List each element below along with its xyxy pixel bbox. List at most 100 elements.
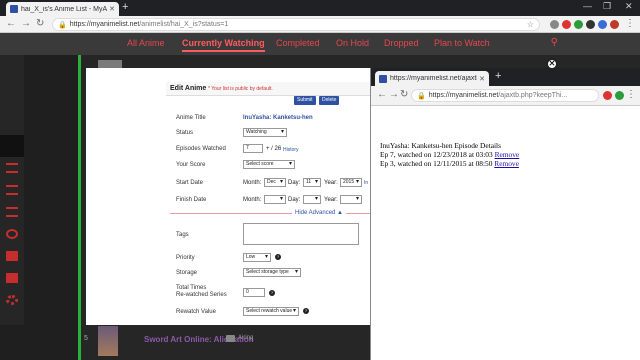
mal-favicon-icon — [10, 5, 18, 13]
label-score: Your Score — [176, 162, 206, 168]
list-status-nav: All Anime Currently Watching Completed O… — [0, 33, 640, 55]
grammarly-icon[interactable] — [615, 91, 624, 100]
anime-title-value: InuYasha: Kanketsu-hen — [243, 115, 313, 121]
list-icon[interactable] — [6, 185, 18, 195]
hide-advanced-toggle[interactable]: Hide Advanced ▲ — [292, 210, 346, 216]
history-link[interactable]: History — [283, 147, 299, 153]
new-tab-icon[interactable]: + — [122, 1, 128, 13]
anime-thumbnail[interactable] — [98, 326, 118, 356]
extension-icon[interactable] — [550, 20, 559, 29]
help-icon[interactable]: ? — [303, 308, 309, 314]
insert-today-link[interactable]: In — [364, 180, 368, 186]
popup-browser-tab[interactable]: https://myanimelist.net/ajaxtb.p ✕ — [375, 71, 489, 86]
status-select[interactable]: Watching — [243, 128, 287, 137]
start-day-select[interactable]: 11 — [303, 178, 321, 187]
opera-extension-icon[interactable] — [562, 20, 571, 29]
remove-link[interactable]: Remove — [494, 159, 519, 168]
gear-icon[interactable] — [6, 295, 18, 305]
url-path: /animelist/hai_X_is?status=1 — [139, 21, 229, 28]
maximize-icon[interactable]: ❐ — [603, 1, 611, 12]
reload-icon[interactable]: ↻ — [400, 89, 408, 100]
tags-textarea[interactable] — [243, 223, 359, 245]
list-item: Ep 3, watched on 12/11/2015 at 08:50 Rem… — [380, 159, 519, 168]
remove-link[interactable]: Remove — [495, 150, 520, 159]
sidebar-highlight — [0, 135, 24, 157]
finish-day-select[interactable] — [303, 195, 321, 204]
label-total-times: Total Times — [176, 285, 207, 291]
episodes-input[interactable]: 7 — [243, 144, 263, 153]
chrome-menu-icon[interactable]: ⋮ — [626, 89, 636, 100]
popup-toolbar: ← → ↻ 🔒 https://myanimelist.net/ajaxtb.p… — [371, 86, 640, 106]
tab-currently-watching[interactable]: Currently Watching — [182, 38, 265, 52]
tab-completed[interactable]: Completed — [276, 38, 320, 48]
minimize-icon[interactable]: — — [583, 1, 592, 11]
list-icon[interactable] — [6, 207, 18, 217]
url-text: https://myanimelist.net/animelist/hai_X_… — [70, 21, 229, 28]
close-tab-icon[interactable]: ✕ — [479, 75, 485, 83]
edit-title: Edit Anime — [170, 85, 207, 92]
episode-details-window: https://myanimelist.net/ajaxtb.p ✕ + ← →… — [370, 68, 640, 360]
address-bar[interactable]: 🔒 https://myanimelist.net/animelist/hai_… — [52, 18, 540, 31]
list-item: Ep 7, watched on 12/23/2018 at 03:03 Rem… — [380, 150, 519, 159]
finish-year-select[interactable] — [340, 195, 362, 204]
browser-tab[interactable]: hai_X_is's Anime List - MyAnim ✕ — [6, 2, 119, 16]
label-status: Status — [176, 130, 194, 136]
delete-button[interactable]: Delete — [319, 96, 340, 105]
grammarly-icon[interactable] — [574, 20, 583, 29]
profile-avatar[interactable] — [610, 20, 619, 29]
edit-icon[interactable] — [226, 335, 235, 342]
help-icon[interactable]: ? — [275, 254, 281, 260]
rewatch-value-select[interactable]: Select rewatch value — [243, 307, 299, 316]
tab-dropped[interactable]: Dropped — [384, 38, 419, 48]
airing-badge: Airing — [238, 335, 254, 341]
history-icon[interactable] — [6, 229, 18, 239]
extension-icon[interactable] — [598, 20, 607, 29]
start-month-select[interactable]: Dec — [264, 178, 286, 187]
forward-icon[interactable]: → — [21, 18, 31, 29]
search-icon[interactable]: ⚲ — [551, 37, 558, 48]
extension-icon[interactable] — [586, 20, 595, 29]
forward-icon[interactable]: → — [389, 89, 399, 100]
row-number: 5 — [84, 335, 88, 342]
public-note: * Your list is public by default. — [208, 86, 273, 92]
browser-toolbar: ← → ↻ 🔒 https://myanimelist.net/animelis… — [0, 16, 640, 33]
label-storage: Storage — [176, 270, 198, 276]
finish-month-select[interactable] — [264, 195, 286, 204]
storage-select[interactable]: Select storage type — [243, 268, 301, 277]
opera-extension-icon[interactable] — [603, 91, 612, 100]
bookmark-star-icon[interactable]: ☆ — [527, 20, 534, 29]
list-icon[interactable] — [6, 163, 18, 173]
tab-title: hai_X_is's Anime List - MyAnim — [21, 5, 108, 13]
edit-anime-dialog: Edit Anime * Your list is public by defa… — [86, 68, 372, 325]
label-start-date: Start Date — [176, 180, 204, 186]
close-tab-icon[interactable]: ✕ — [109, 5, 115, 13]
sidebar — [0, 55, 24, 325]
submit-button[interactable]: Submit — [294, 96, 316, 105]
episodes-total: + / 26 — [266, 146, 282, 152]
label-episodes: Episodes Watched — [176, 146, 226, 152]
close-window-icon[interactable]: ✕ — [625, 1, 633, 12]
chrome-menu-icon[interactable]: ⋮ — [625, 18, 635, 29]
back-icon[interactable]: ← — [377, 89, 387, 100]
tab-on-hold[interactable]: On Hold — [336, 38, 369, 48]
popup-address-bar[interactable]: 🔒 https://myanimelist.net/ajaxtb.php?kee… — [411, 89, 599, 102]
lock-icon: 🔒 — [58, 21, 67, 29]
score-select[interactable]: Select score — [243, 160, 295, 169]
back-icon[interactable]: ← — [6, 18, 16, 29]
reload-icon[interactable]: ↻ — [36, 18, 44, 29]
episode-details-heading: InuYasha: Kanketsu-hen Episode Details — [380, 141, 501, 150]
start-year-select[interactable]: 2015 — [340, 178, 362, 187]
help-icon[interactable]: ? — [269, 290, 275, 296]
new-tab-icon[interactable]: + — [495, 70, 501, 82]
label-tags: Tags — [176, 232, 189, 238]
anime-thumbnail[interactable] — [98, 60, 122, 68]
tab-plan-to-watch[interactable]: Plan to Watch — [434, 38, 490, 48]
tab-all-anime[interactable]: All Anime — [127, 38, 165, 48]
label-finish-date: Finish Date — [176, 197, 207, 203]
episode-line: Ep 7, watched on 12/23/2018 at 03:03 — [380, 150, 493, 159]
label-priority: Priority — [176, 255, 195, 261]
priority-select[interactable]: Low — [243, 253, 271, 262]
total-times-input[interactable]: 0 — [243, 288, 265, 297]
document-icon[interactable] — [6, 251, 18, 261]
export-icon[interactable] — [6, 273, 18, 283]
